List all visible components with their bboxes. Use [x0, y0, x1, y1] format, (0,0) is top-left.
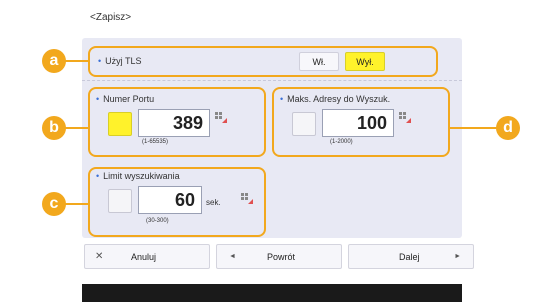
port-range: (1-65535)	[142, 139, 169, 145]
page-title: <Zapisz>	[90, 12, 132, 23]
callout-d-line	[450, 127, 498, 129]
callout-a-badge: a	[42, 49, 66, 73]
port-group: • Numer Portu 389 (1-65535)	[88, 87, 266, 157]
port-input[interactable]: 389	[138, 109, 210, 137]
port-label: Numer Portu	[103, 94, 155, 104]
max-addresses-label: Maks. Adresy do Wyszuk.	[287, 94, 391, 104]
tls-label: Użyj TLS	[105, 56, 142, 66]
max-addresses-select-key[interactable]	[292, 112, 316, 136]
search-limit-group: • Limit wyszukiwania 60 sek. (30-300)	[88, 167, 266, 237]
search-limit-select-key[interactable]	[108, 189, 132, 213]
callout-c-line	[64, 203, 88, 205]
tls-row: • Użyj TLS Wł. Wył.	[88, 46, 438, 77]
keypad-icon[interactable]	[240, 191, 254, 205]
right-arrow-icon: ►	[454, 253, 461, 260]
callout-d-badge: d	[496, 116, 520, 140]
cancel-label: Anuluj	[131, 251, 157, 262]
callout-b-badge: b	[42, 116, 66, 140]
callout-c-badge: c	[42, 192, 66, 216]
keypad-icon[interactable]	[214, 110, 228, 124]
bullet-icon: •	[98, 56, 102, 66]
divider	[82, 80, 462, 81]
bullet-icon: •	[96, 171, 100, 181]
search-limit-label: Limit wyszukiwania	[103, 171, 180, 181]
max-addresses-range: (1-2000)	[330, 139, 353, 145]
tls-off-button[interactable]: Wył.	[345, 52, 385, 71]
max-addresses-group: • Maks. Adresy do Wyszuk. 100 (1-2000)	[272, 87, 450, 157]
close-icon: ✕	[95, 251, 104, 262]
search-limit-input[interactable]: 60	[138, 186, 202, 214]
back-label: Powrót	[267, 251, 296, 262]
port-select-key[interactable]	[108, 112, 132, 136]
callout-a-line	[64, 60, 88, 62]
search-limit-unit: sek.	[206, 198, 221, 207]
callout-b-line	[64, 127, 88, 129]
left-arrow-icon: ◄	[229, 253, 236, 260]
bottom-bar	[82, 284, 462, 302]
max-addresses-input[interactable]: 100	[322, 109, 394, 137]
bullet-icon: •	[280, 94, 284, 104]
next-button[interactable]: Dalej ►	[348, 244, 474, 269]
tls-on-button[interactable]: Wł.	[299, 52, 339, 71]
cancel-button[interactable]: ✕ Anuluj	[84, 244, 210, 269]
search-limit-range: (30-300)	[146, 218, 169, 224]
next-label: Dalej	[399, 251, 420, 262]
keypad-icon[interactable]	[398, 110, 412, 124]
back-button[interactable]: ◄ Powrót	[216, 244, 342, 269]
bullet-icon: •	[96, 94, 100, 104]
